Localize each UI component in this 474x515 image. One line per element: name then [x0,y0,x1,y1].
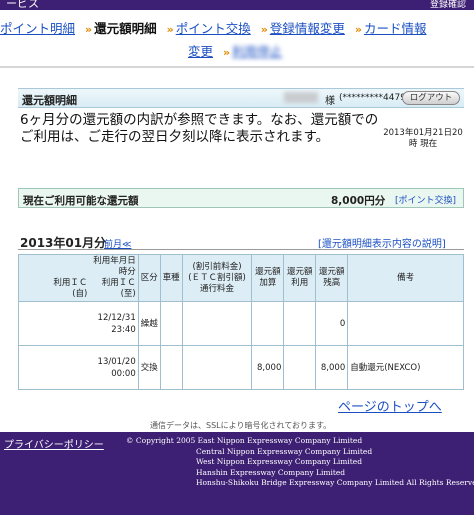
cell-date: 12/12/31 23:40 [18,301,139,346]
col-header-date: 利用年月日 時分利用ＩＣ(自) 利用ＩＣ(至) [18,254,139,302]
cell-add: 8,000 [251,345,285,390]
nav-row-2: 変更 » 利用停止 [0,41,474,64]
table-header-row: 利用年月日 時分利用ＩＣ(自) 利用ＩＣ(至) 区分 車種 (割引前料金) (ＥＴＣ… [18,254,464,302]
cell-fee [181,301,253,346]
month-divider [18,249,464,250]
nav-item-registration-change[interactable]: 登録情報変更 [270,21,345,36]
cell-date-value: 13/01/20 [97,356,136,367]
cell-time-value: 23:40 [111,324,136,335]
col-header-remarks: 備考 [347,254,464,302]
col-header-date-line: 利用ＩＣ(自) 利用ＩＣ(至) [19,278,136,300]
col-header-use: 還元額 利用 [283,254,317,302]
page-top-link[interactable]: ページのトップへ [338,396,442,415]
logout-button[interactable]: ログアウト [402,91,460,105]
table-row: 12/12/31 23:40 繰越 0 [18,301,464,346]
col-header-ic-from: 利用ＩＣ(自) [53,278,88,299]
nav-row-1: ポイント明細 » 還元額明細 » ポイント交換 » 登録情報変更 » カード情報 [0,18,474,41]
topbar-right-text: 登録確認 [429,0,466,10]
nav-item-card-info[interactable]: カード情報 [364,21,427,36]
table-row: 13/01/20 00:00 交換 8,000 8,000 自動還元(NEXCO) [18,345,464,390]
double-chevron-right-icon: » [354,23,362,36]
col-header-kubun: 区分 [137,254,161,302]
main-nav: ポイント明細 » 還元額明細 » ポイント交換 » 登録情報変更 » カード情報 変更 … [0,18,474,64]
top-banner: ービス 登録確認 [0,0,474,10]
col-header-date-line: 利用年月日 [93,256,136,266]
cell-balance: 8,000 [315,345,349,390]
point-exchange-link[interactable]: [ポイント交換] [395,193,456,206]
cell-add [251,301,285,346]
double-chevron-right-icon: » [85,23,93,36]
cell-balance: 0 [315,301,349,346]
col-header-balance: 還元額 残高 [315,254,349,302]
explain-link[interactable]: [還元額明細表示内容の説明] [318,235,446,250]
cell-use [283,345,317,390]
cell-kubun: 繰越 [137,301,161,346]
as-of-date: 2013年01月21日20 時 現在 [382,128,464,150]
available-points-value: 8,000円分 [331,195,386,207]
nav-item-suspend[interactable]: 利用停止 [232,44,282,59]
available-points-box: 現在ご利用可能な還元額 8,000円分 [ポイント交換] [18,188,464,208]
cell-time-value: 00:00 [111,368,136,379]
nav-item-point-detail[interactable]: ポイント明細 [0,21,75,36]
cell-kubun: 交換 [137,345,161,390]
footer: プライバシーポリシー © Copyright 2005 East Nippon … [0,432,474,515]
cell-vehicle [159,301,183,346]
copyright-company: Hanshin Expressway Company Limited [196,467,346,477]
ssl-note: 通信データは、SSLにより暗号化されております。 [150,421,332,430]
as-of-date-line1: 2013年01月21日20 [383,128,463,138]
available-points-label: 現在ご利用可能な還元額 [23,195,139,207]
as-of-date-line2: 時 現在 [408,139,438,149]
cell-fee [181,345,253,390]
col-header-fee: (割引前料金) (ＥＴＣ割引額) 通行料金 [181,254,253,302]
double-chevron-right-icon: » [260,23,268,36]
cell-vehicle [159,345,183,390]
section-title: 還元額明細 [22,94,77,107]
notice-text: 6ヶ月分の還元額の内訳が参照できます。なお、還元額でのご利用は、ご走行の翌日夕刻… [20,112,379,145]
nav-item-point-exchange[interactable]: ポイント交換 [176,21,251,36]
col-header-ic-to: 利用ＩＣ(至) [101,278,136,299]
cell-use [283,301,317,346]
section-header: 還元額明細 様 (*********4479) ログアウト [18,88,464,108]
copyright-block: © Copyright 2005 East Nippon Expressway … [126,436,474,489]
copyright-company: Honshu-Shikoku Bridge Expressway Company… [196,478,474,487]
detail-table: 利用年月日 時分利用ＩＣ(自) 利用ＩＣ(至) 区分 車種 (割引前料金) (ＥＴＣ… [18,254,464,390]
copyright-line: © Copyright 2005 East Nippon Expressway … [126,436,363,445]
cell-date: 13/01/20 00:00 [18,345,139,390]
double-chevron-right-icon: » [223,46,231,59]
user-id: (*********4479) [339,93,410,103]
user-suffix: 様 [325,96,335,107]
privacy-policy-link[interactable]: プライバシーポリシー [4,436,104,451]
copyright-company: West Nippon Expressway Company Limited [196,457,363,466]
nav-item-return-detail: 還元額明細 [94,21,157,36]
cell-remarks: 自動還元(NEXCO) [347,345,464,390]
user-name-redacted [284,92,318,103]
cell-remarks [347,301,464,346]
col-header-add: 還元額 加算 [251,254,285,302]
double-chevron-right-icon: » [166,23,174,36]
nav-item-card-info-change[interactable]: 変更 [188,44,213,59]
nav-divider [0,66,474,68]
col-header-vehicle: 車種 [159,254,183,302]
cell-date-value: 12/12/31 [97,312,136,323]
copyright-company: Central Nippon Expressway Company Limite… [196,446,373,456]
service-title: ービス [6,0,39,10]
col-header-date-line: 時分 [118,267,136,277]
